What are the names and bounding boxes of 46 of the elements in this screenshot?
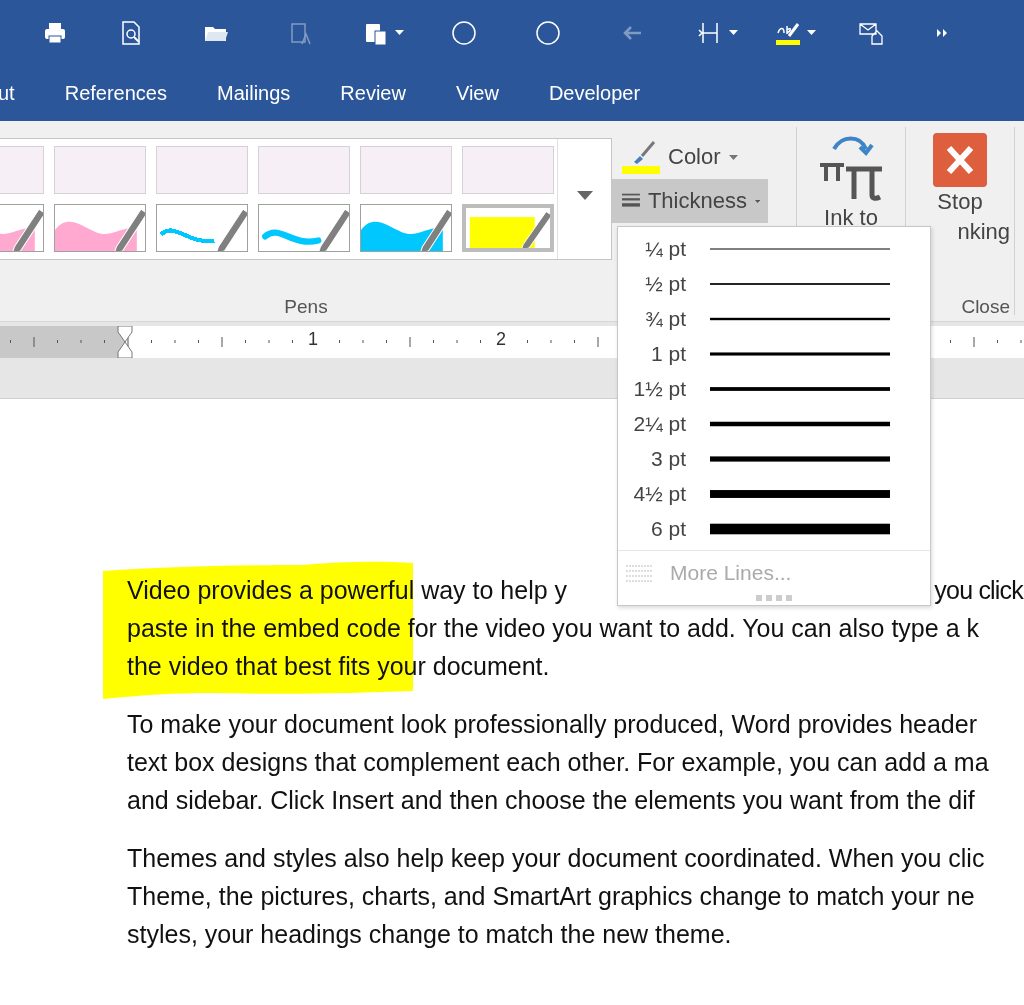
- ruler-number: 1: [308, 329, 318, 350]
- paragraph-line: text box designs that complement each other. For example, you can add a ma: [127, 747, 990, 778]
- menu-item[interactable]: 1 pt: [618, 336, 930, 371]
- circle-icon: [535, 19, 561, 46]
- ribbon-tab[interactable]: References: [64, 81, 167, 105]
- pen-button[interactable]: [156, 204, 248, 252]
- menu-item[interactable]: 2¼ pt: [618, 406, 930, 441]
- ribbon-tab[interactable]: Developer: [548, 81, 641, 105]
- line-sample-icon: [710, 522, 890, 535]
- circle-icon: [451, 19, 477, 46]
- menu-item[interactable]: ¾ pt: [618, 301, 930, 336]
- paragraph-line: styles, your headings change to match the new theme.: [127, 919, 733, 950]
- caret-icon: [754, 198, 760, 204]
- menu-item[interactable]: ½ pt: [618, 266, 930, 301]
- color-button[interactable]: Color: [612, 135, 768, 179]
- close-icon: [933, 133, 987, 187]
- paragraph-line: Theme, the pictures, charts, and SmartArt graphics change to match your ne: [127, 881, 976, 912]
- ribbon-tab[interactable]: View: [455, 81, 499, 105]
- ink-to-math-button[interactable]: Ink to: [816, 133, 886, 233]
- pen-button[interactable]: [462, 204, 554, 252]
- ribbon-tab[interactable]: ut: [0, 81, 15, 105]
- paragraph-line: Video provides a powerful way to help y: [127, 575, 568, 606]
- menu-item[interactable]: 1½ pt: [618, 371, 930, 406]
- line-sample-icon: [710, 487, 890, 500]
- paragraph-line: and sidebar. Click Insert and then choose the elements you want from the dif: [127, 785, 976, 816]
- more-icon: [937, 28, 947, 37]
- menu-item[interactable]: 6 pt: [618, 511, 930, 546]
- paragraph-line: you click: [934, 575, 1023, 606]
- group-label: Close: [961, 296, 1010, 319]
- ribbon-tab[interactable]: Review: [340, 81, 406, 105]
- paragraph-line: To make your document look professionally produced, Word provides header: [127, 709, 978, 740]
- thickness-button[interactable]: Thickness: [612, 179, 768, 223]
- paintbrush-icon: [622, 140, 660, 174]
- ruler-number: 2: [496, 329, 506, 350]
- pen-button[interactable]: [54, 204, 146, 252]
- resize-grip-icon[interactable]: [756, 595, 792, 601]
- group-label: Pens: [283, 296, 329, 319]
- menu-item[interactable]: 4½ pt: [618, 476, 930, 511]
- ribbon-tab[interactable]: Mailings: [216, 81, 291, 105]
- paragraph-line: Themes and styles also help keep your document coordinated. When you clic: [127, 843, 986, 874]
- pen-button[interactable]: [360, 204, 452, 252]
- more-pens-icon[interactable]: [576, 191, 593, 200]
- lines-icon: [626, 564, 652, 582]
- menu-item[interactable]: 3 pt: [618, 441, 930, 476]
- pen-button[interactable]: [258, 204, 350, 252]
- caret-icon: [728, 154, 738, 160]
